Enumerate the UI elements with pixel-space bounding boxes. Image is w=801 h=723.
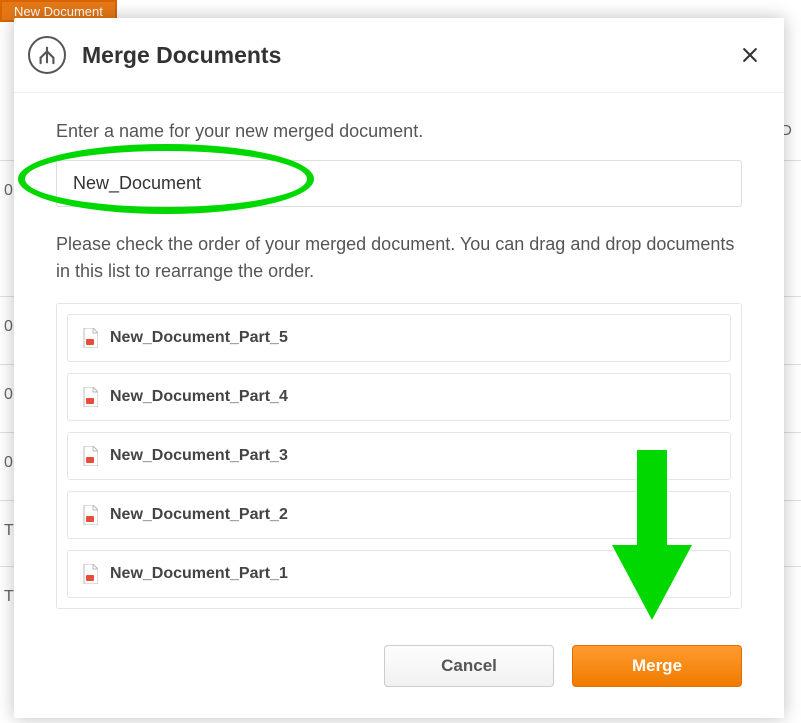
modal-header: Merge Documents [14, 18, 784, 93]
modal-footer: Cancel Merge [14, 645, 784, 723]
document-name: New_Document_Part_3 [110, 447, 288, 465]
document-name: New_Document_Part_4 [110, 388, 288, 406]
order-prompt-text: Please check the order of your merged do… [56, 231, 742, 285]
modal-title: Merge Documents [82, 42, 738, 69]
pdf-file-icon [82, 387, 98, 407]
cancel-button[interactable]: Cancel [384, 645, 554, 687]
modal-body: Enter a name for your new merged documen… [14, 93, 784, 645]
pdf-file-icon [82, 505, 98, 525]
document-name: New_Document_Part_5 [110, 329, 288, 347]
close-button[interactable] [738, 43, 762, 67]
document-list-item[interactable]: New_Document_Part_1 [67, 550, 731, 598]
bg-right-cell: D [781, 100, 801, 160]
cancel-button-label: Cancel [441, 656, 497, 676]
merge-documents-modal: Merge Documents Enter a name for your ne… [14, 18, 784, 718]
pdf-file-icon [82, 446, 98, 466]
merged-document-name-input[interactable] [56, 160, 742, 207]
pdf-file-icon [82, 328, 98, 348]
document-list-item[interactable]: New_Document_Part_2 [67, 491, 731, 539]
merge-button-label: Merge [632, 656, 682, 676]
merge-button[interactable]: Merge [572, 645, 742, 687]
name-input-wrap [56, 160, 742, 207]
document-list-item[interactable]: New_Document_Part_5 [67, 314, 731, 362]
merge-icon [28, 36, 66, 74]
name-prompt-text: Enter a name for your new merged documen… [56, 121, 742, 142]
document-name: New_Document_Part_1 [110, 565, 288, 583]
document-list-item[interactable]: New_Document_Part_4 [67, 373, 731, 421]
document-list-item[interactable]: New_Document_Part_3 [67, 432, 731, 480]
document-order-list: New_Document_Part_5 New_Document_Part_4 … [56, 303, 742, 609]
bg-new-document-label: New Document [14, 4, 103, 19]
document-name: New_Document_Part_2 [110, 506, 288, 524]
pdf-file-icon [82, 564, 98, 584]
